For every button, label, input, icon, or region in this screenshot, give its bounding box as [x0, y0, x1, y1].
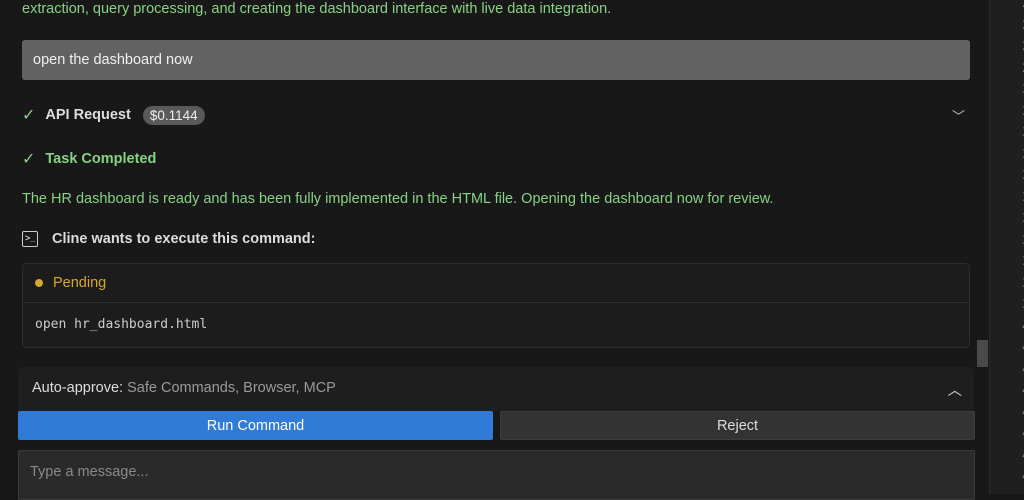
- completion-message: The HR dashboard is ready and has been f…: [22, 191, 774, 207]
- task-completed-label: Task Completed: [45, 151, 157, 167]
- scrollbar-thumb[interactable]: [977, 340, 988, 367]
- chevron-up-icon[interactable]: ︿: [948, 379, 963, 400]
- api-request-row[interactable]: ✓ API Request $0.1144: [22, 105, 205, 125]
- task-completed-row: ✓ Task Completed: [22, 149, 156, 169]
- auto-approve-bar[interactable]: Auto-approve: Safe Commands, Browser, MC…: [18, 367, 974, 411]
- check-icon: ✓: [22, 107, 36, 124]
- command-status: Pending: [23, 264, 969, 303]
- cline-chat-panel: extraction, query processing, and creati…: [0, 0, 988, 500]
- command-text: open hr_dashboard.html: [35, 317, 208, 332]
- api-request-label: API Request: [45, 107, 131, 123]
- cost-badge: $0.1144: [142, 105, 205, 125]
- auto-approve-value: Safe Commands, Browser, MCP: [127, 380, 336, 396]
- chevron-down-icon[interactable]: ﹀: [952, 106, 965, 125]
- editor-gutter: 22223333333333344444444: [989, 0, 1024, 494]
- check-icon: ✓: [22, 151, 36, 168]
- reject-button[interactable]: Reject: [500, 411, 975, 440]
- terminal-icon: >_: [22, 231, 38, 247]
- pending-dot-icon: [35, 279, 43, 287]
- message-input[interactable]: Type a message...: [18, 450, 975, 500]
- command-box: Pending open hr_dashboard.html: [22, 263, 970, 348]
- command-prompt: Cline wants to execute this command:: [52, 231, 316, 247]
- user-message: open the dashboard now: [22, 40, 970, 80]
- assistant-message: extraction, query processing, and creati…: [22, 1, 612, 17]
- status-label: Pending: [53, 275, 107, 291]
- run-command-button[interactable]: Run Command: [18, 411, 493, 440]
- command-prompt-row: >_ Cline wants to execute this command:: [22, 231, 315, 247]
- auto-approve-label: Auto-approve:: [32, 380, 124, 396]
